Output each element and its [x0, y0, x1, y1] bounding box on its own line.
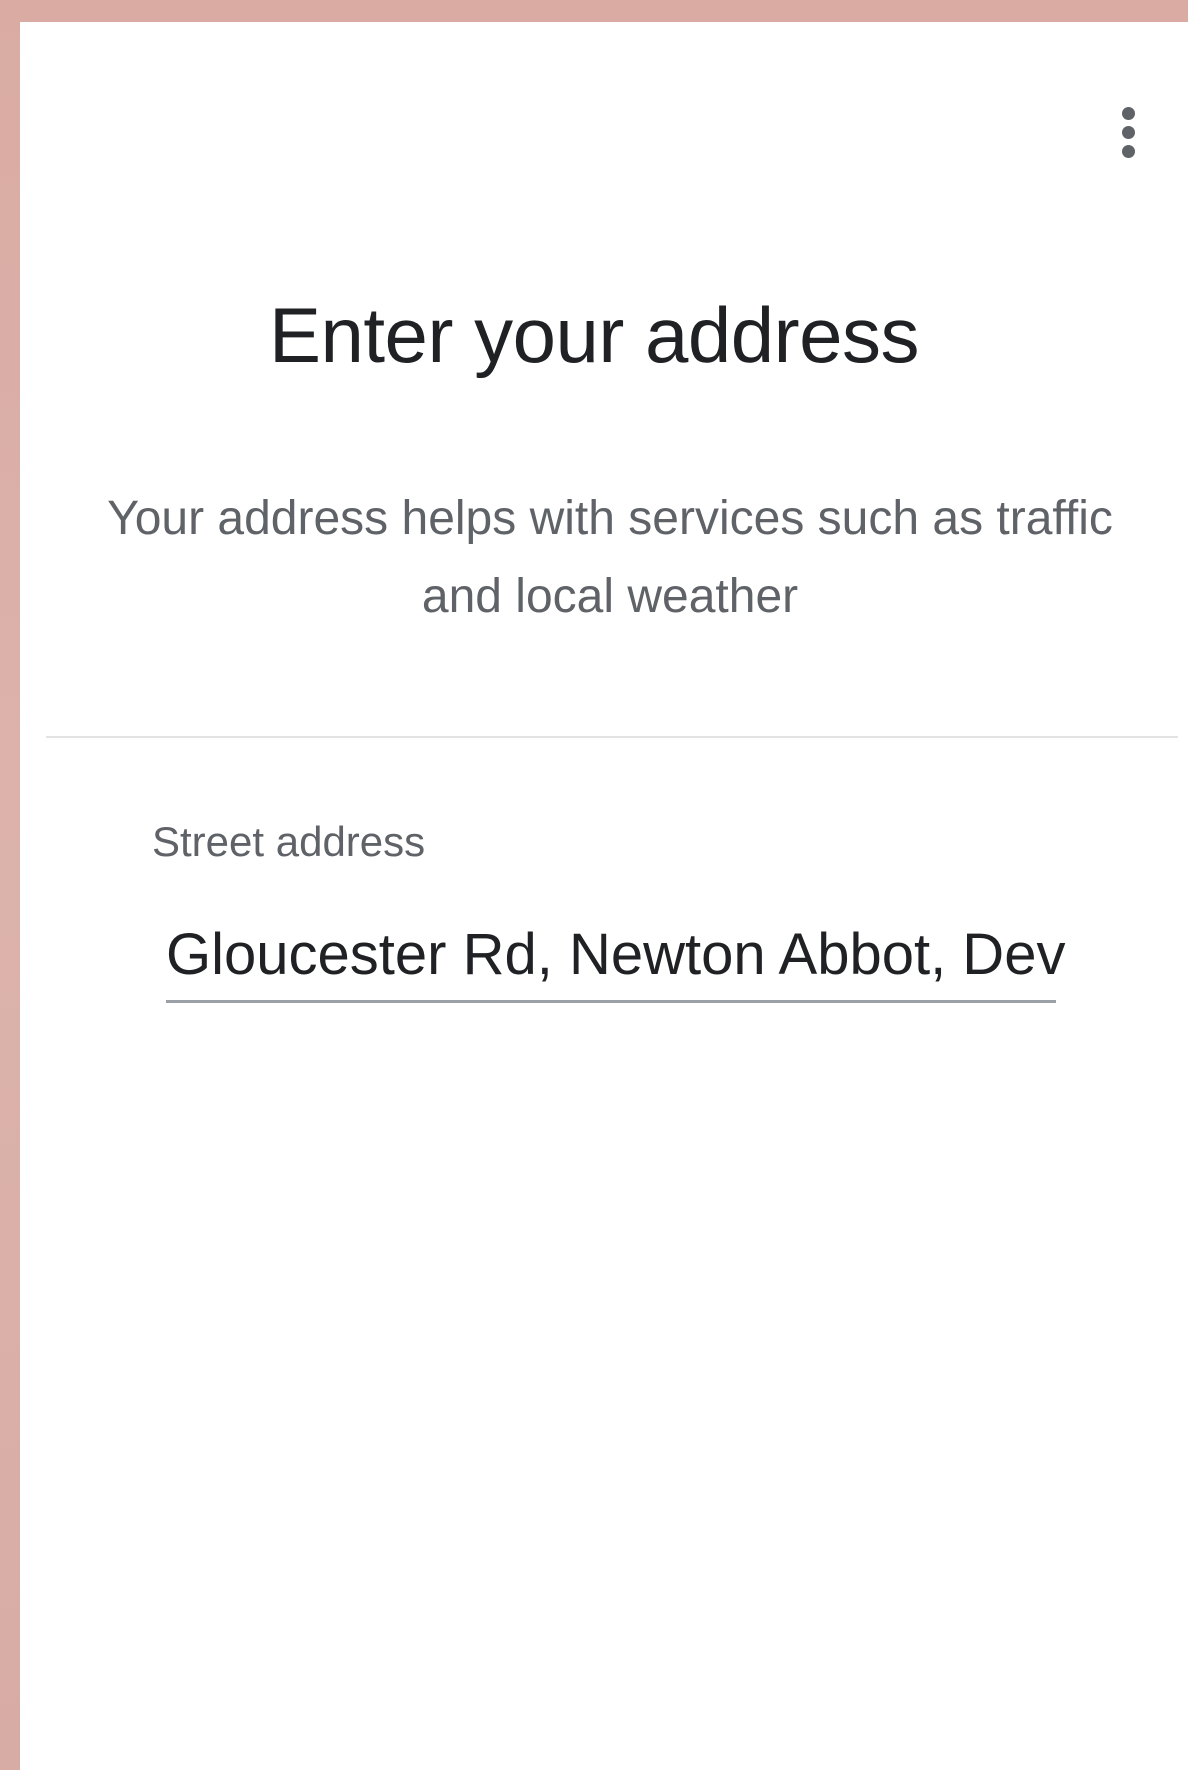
divider: [46, 736, 1178, 738]
screen: [20, 22, 1188, 1770]
page-title: Enter your address: [268, 291, 920, 379]
street-address-label: Street address: [152, 818, 426, 865]
street-address-input[interactable]: [166, 908, 1066, 1000]
more-vert-icon-dot: [1121, 144, 1135, 158]
page-subtitle: Your address helps with services such as…: [107, 492, 1113, 623]
device-frame: [0, 0, 1188, 1770]
more-vert-icon: [1121, 106, 1135, 120]
more-vert-icon-dot: [1121, 125, 1135, 139]
more-options-button[interactable]: [1102, 84, 1154, 180]
street-address-underline: [166, 1000, 1056, 1003]
